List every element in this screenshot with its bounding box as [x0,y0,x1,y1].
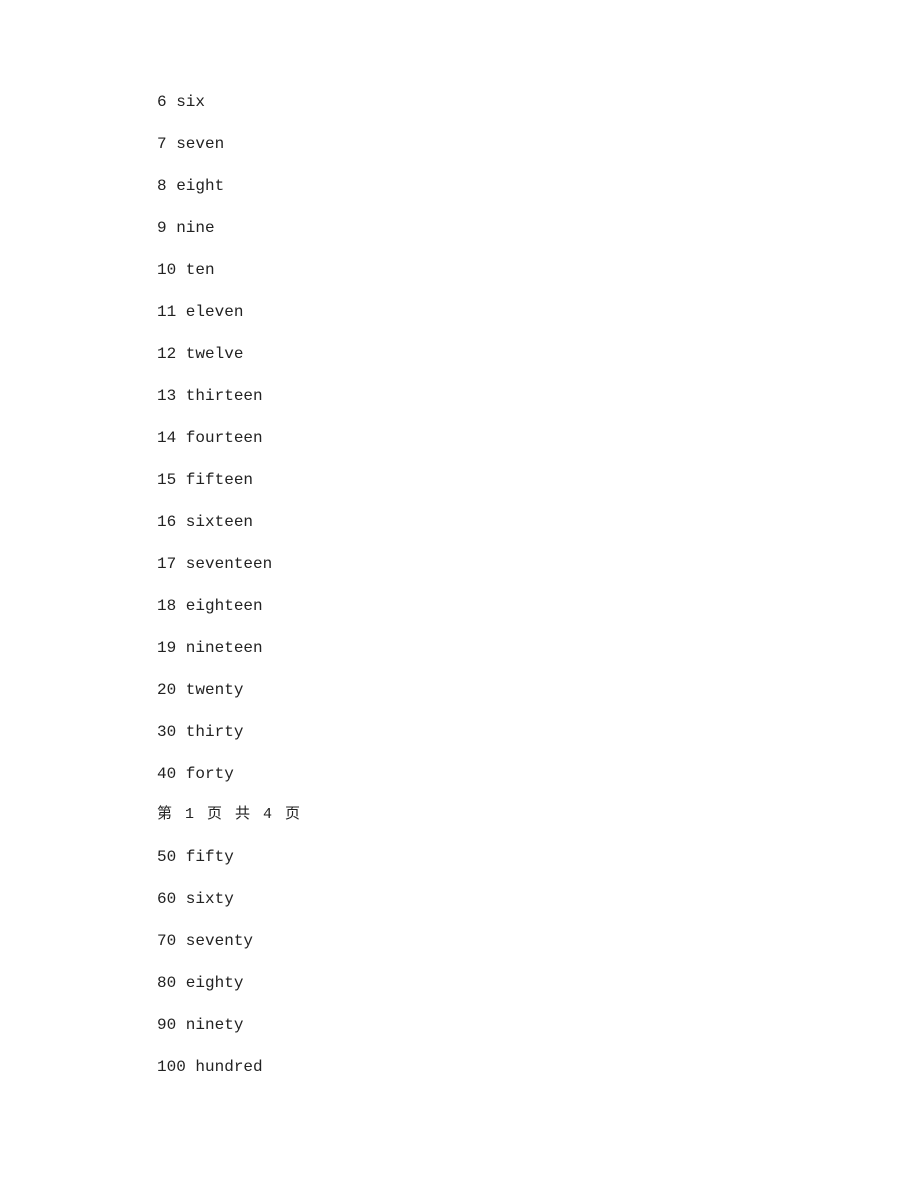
list-item: 100 hundred [157,1055,920,1079]
page-indicator: 第 1 页 共 4 页 [157,804,920,827]
list-item: 8 eight [157,174,920,198]
list-item: 17 seventeen [157,552,920,576]
list-item: 80 eighty [157,971,920,995]
list-item: 14 fourteen [157,426,920,450]
list-item: 70 seventy [157,929,920,953]
list-item: 13 thirteen [157,384,920,408]
list-item: 50 fifty [157,845,920,869]
list-item: 40 forty [157,762,920,786]
list-item: 9 nine [157,216,920,240]
list-item: 30 thirty [157,720,920,744]
list-item: 6 six [157,90,920,114]
list-item: 12 twelve [157,342,920,366]
list-item: 18 eighteen [157,594,920,618]
list-item: 16 sixteen [157,510,920,534]
list-item: 11 eleven [157,300,920,324]
list-item: 90 ninety [157,1013,920,1037]
main-content: 6 six 7 seven 8 eight 9 nine 10 ten 11 eleven… [0,0,920,1177]
list-item: 19 nineteen [157,636,920,660]
list-item: 60 sixty [157,887,920,911]
list-item: 15 fifteen [157,468,920,492]
list-item: 20 twenty [157,678,920,702]
list-item: 7 seven [157,132,920,156]
list-item: 10 ten [157,258,920,282]
